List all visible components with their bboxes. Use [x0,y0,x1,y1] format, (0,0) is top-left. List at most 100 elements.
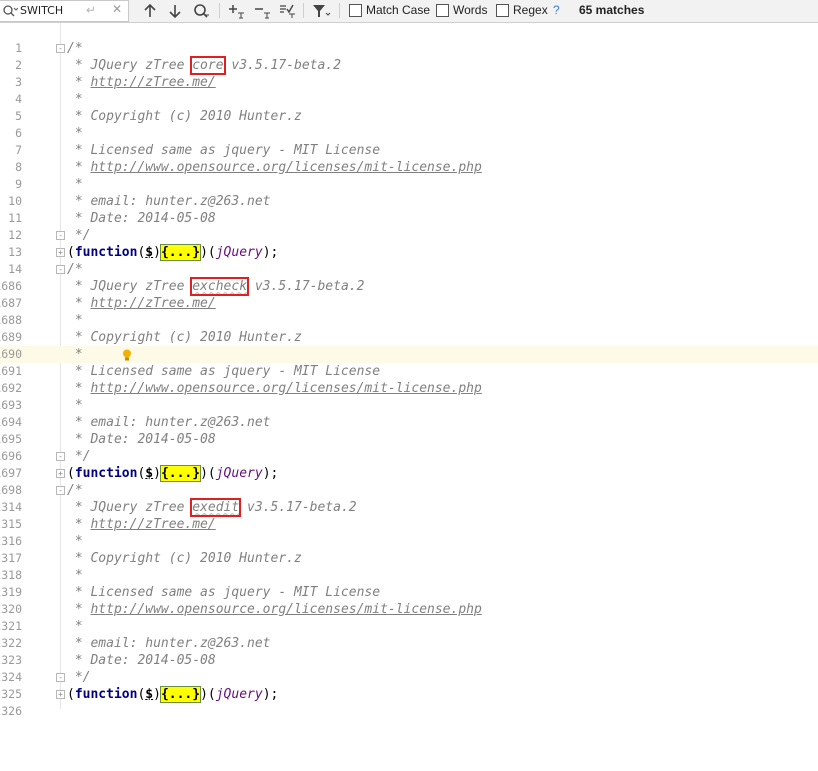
checkbox-box[interactable] [349,3,362,17]
fold-toggle-icon[interactable]: - [56,452,65,461]
folded-code-placeholder[interactable]: {...} [159,686,202,703]
code-line: 11 * email: hunter.z@263.net [0,193,818,225]
module-name-highlight: excheck [190,277,250,296]
comment-text: * Licensed same as jquery - MIT License [67,364,381,379]
regex-checkbox[interactable]: Regex [496,3,548,17]
comment-text: * [67,398,83,413]
comment-text: * http://zTree.me/ [67,296,216,311]
regex-label: Regex [513,3,548,17]
code-line: 4 * http://zTree.me/ [0,74,818,106]
code-line: 2317 * [0,533,818,565]
code-line: 9 * http://www.opensource.org/licenses/m… [0,159,818,191]
comment-text: * http://www.opensource.org/licenses/mit… [67,602,482,617]
regex-help-link[interactable]: ? [553,3,560,17]
clear-search-icon[interactable]: ✕ [112,2,122,16]
comment-text: * JQuery zTree excheck v3.5.17-beta.2 [67,277,365,296]
add-selection-button[interactable] [226,2,246,19]
url-link[interactable]: http://zTree.me/ [90,75,215,90]
fold-toggle-icon[interactable]: - [56,44,65,53]
url-link[interactable]: http://www.opensource.org/licenses/mit-l… [90,602,481,617]
comment-text: * Date: 2014-05-08 [67,432,216,447]
code-line: 1690 * Copyright (c) 2010 Hunter.z [0,329,818,361]
fold-toggle-icon[interactable]: - [56,231,65,240]
search-icon[interactable] [2,4,19,21]
comment-text: * Licensed same as jquery - MIT License [67,143,381,158]
comment-text: /* [67,41,83,56]
code-line: 1698 + (function($){...})(jQuery); [0,465,818,497]
search-box[interactable]: ↵ ✕ [0,0,129,22]
code-line: 2321 * http://www.opensource.org/license… [0,601,818,633]
add-occurrence-icon [229,4,244,18]
find-in-path-button[interactable] [192,2,212,19]
code-line: 7 * [0,125,818,157]
iife-line: (function($){...})(jQuery); [67,465,279,482]
comment-text: * [67,177,83,192]
comment-text: * Copyright (c) 2010 Hunter.z [67,109,302,124]
comment-text: * http://www.opensource.org/licenses/mit… [67,381,482,396]
fold-toggle-icon[interactable]: - [56,673,65,682]
code-line: 1693 * http://www.opensource.org/license… [0,380,818,412]
code-line: 1689 * [0,312,818,344]
fold-toggle-icon[interactable]: - [56,265,65,274]
code-editor[interactable]: 1 2 - /* 3 * JQuery zTree core v3.5.17-b… [0,23,818,718]
code-line: 2326 + (function($){...})(jQuery); [0,686,818,718]
code-line: 1696 * Date: 2014-05-08 [0,431,818,463]
code-line: 14 + (function($){...})(jQuery); [0,244,818,276]
fold-toggle-icon[interactable]: - [56,486,65,495]
comment-text: */ [67,449,91,464]
code-line: 3 * JQuery zTree core v3.5.17-beta.2 [0,56,818,89]
toolbar-separator [303,3,304,18]
code-line: 2316 * http://zTree.me/ [0,516,818,548]
comment-text: * http://zTree.me/ [67,75,216,90]
match-case-checkbox[interactable]: Match Case [349,3,430,17]
folded-code-placeholder[interactable]: {...} [159,244,202,261]
folded-code-placeholder[interactable]: {...} [159,465,202,482]
code-line: 1697 - */ [0,448,818,480]
comment-text: * Date: 2014-05-08 [67,211,216,226]
fold-toggle-icon[interactable]: + [56,469,65,478]
next-match-button[interactable] [166,2,184,19]
code-line: 12 * Date: 2014-05-08 [0,210,818,242]
code-line: 5 * [0,91,818,123]
comment-text: * [67,568,83,583]
checkbox-box[interactable] [436,3,449,17]
select-all-icon [280,4,295,18]
url-link[interactable]: http://www.opensource.org/licenses/mit-l… [90,381,481,396]
toolbar-separator [339,3,340,18]
url-link[interactable]: http://www.opensource.org/licenses/mit-l… [90,160,481,175]
code-line: 2314 - /* [0,482,818,514]
code-line: 2325 - */ [0,669,818,701]
code-line: 2323 * email: hunter.z@263.net [0,635,818,667]
code-line: 13 - */ [0,227,818,259]
code-line: 10 * [0,176,818,208]
remove-selection-button[interactable] [252,2,272,19]
comment-text: * [67,619,83,634]
previous-match-button[interactable] [141,2,159,19]
code-line: 2322 * [0,618,818,650]
code-line: 1687 * JQuery zTree excheck v3.5.17-beta… [0,277,818,310]
code-line: 1694 * [0,397,818,429]
fold-toggle-icon[interactable]: + [56,690,65,699]
comment-text: * [67,534,83,549]
code-line: 6 * Copyright (c) 2010 Hunter.z [0,108,818,140]
words-checkbox[interactable]: Words [436,3,487,17]
url-link[interactable]: http://zTree.me/ [90,296,215,311]
url-link[interactable]: http://zTree.me/ [90,517,215,532]
checkbox-box[interactable] [496,3,509,17]
filter-button[interactable] [310,2,332,19]
code-line: 2324 * Date: 2014-05-08 [0,652,818,684]
match-case-label: Match Case [366,3,431,17]
comment-text: * Licensed same as jquery - MIT License [67,585,381,600]
comment-text: * email: hunter.z@263.net [67,636,271,651]
select-all-occurrences-button[interactable] [277,2,297,19]
arrow-up-icon [144,3,156,17]
comment-text: /* [67,483,83,498]
code-line: 1686 - /* [0,261,818,293]
code-line: 2320 * Licensed same as jquery - MIT Lic… [0,584,818,616]
comment-text: * JQuery zTree core v3.5.17-beta.2 [67,56,341,75]
code-line: 1 [0,23,818,55]
enter-icon: ↵ [86,3,97,17]
fold-toggle-icon[interactable]: + [56,248,65,257]
remove-occurrence-icon [255,7,270,18]
comment-text: * Copyright (c) 2010 Hunter.z [67,330,302,345]
